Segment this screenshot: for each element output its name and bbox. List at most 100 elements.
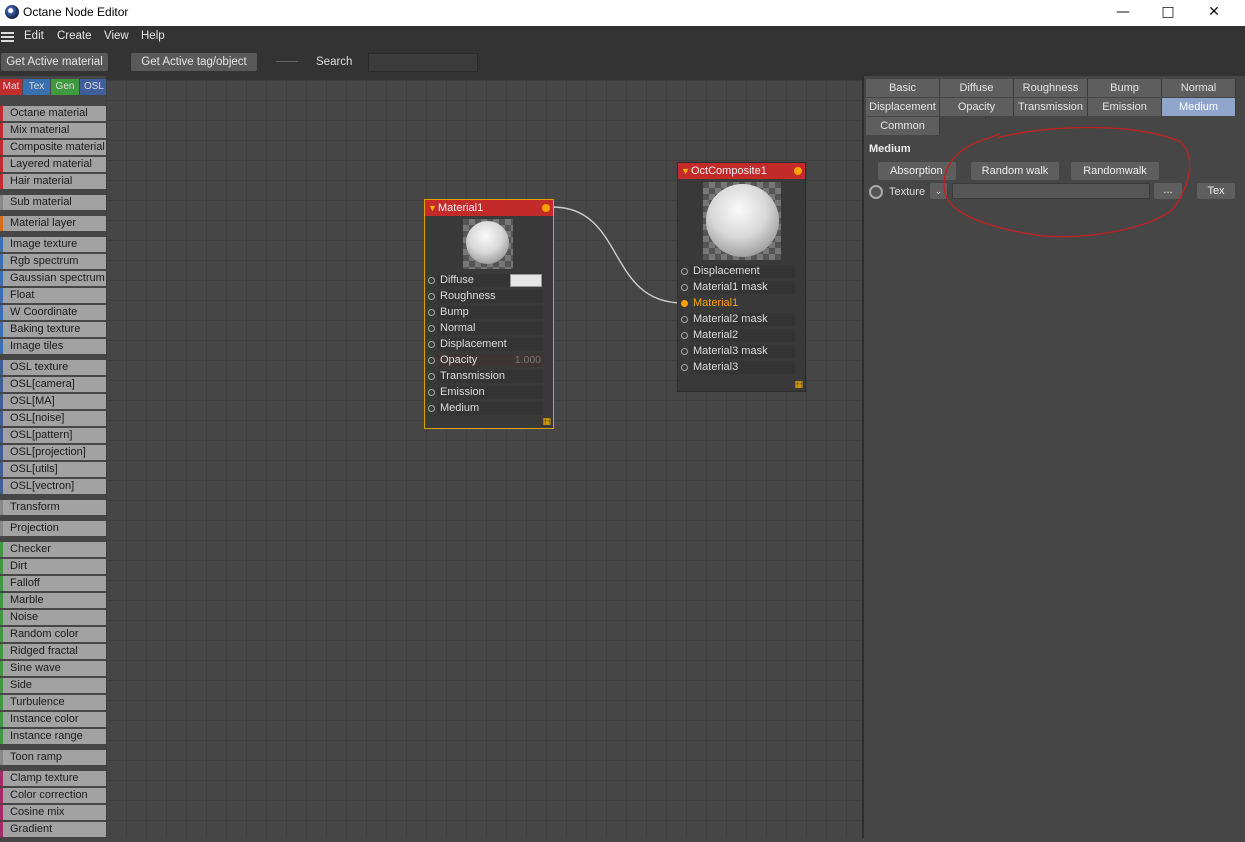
material1-pin-normal[interactable]: Normal <box>425 321 553 336</box>
material1-pin-diffuse[interactable]: Diffuse <box>425 273 553 288</box>
input-pin-icon[interactable] <box>428 389 435 396</box>
tab-displacement[interactable]: Displacement <box>866 98 940 116</box>
input-pin-icon[interactable] <box>428 325 435 332</box>
keyframe-radio-icon[interactable] <box>869 185 883 199</box>
node-list-item-toon-ramp[interactable]: Toon ramp <box>0 750 106 765</box>
material1-node[interactable]: ▼ Material1 Diffuse Roughness Bump Normal Di… <box>424 199 554 429</box>
node-list-item-sub-material[interactable]: Sub material <box>0 195 106 210</box>
input-pin-icon[interactable] <box>681 268 688 275</box>
tab-bump[interactable]: Bump <box>1088 79 1162 97</box>
material1-pin-roughness[interactable]: Roughness <box>425 289 553 304</box>
tab-diffuse[interactable]: Diffuse <box>940 79 1014 97</box>
tab-normal[interactable]: Normal <box>1162 79 1236 97</box>
node-list-item-mix-material[interactable]: Mix material <box>0 123 106 138</box>
material1-pin-medium[interactable]: Medium <box>425 401 553 416</box>
resize-handle-icon[interactable]: ▦ <box>794 379 803 390</box>
composite-pin-material3-mask[interactable]: Material3 mask <box>678 344 805 359</box>
composite-pin-material3[interactable]: Material3 <box>678 360 805 375</box>
node-list-item-clamp-texture[interactable]: Clamp texture <box>0 771 106 786</box>
tab-basic[interactable]: Basic <box>866 79 940 97</box>
node-list-item-rgb-spectrum[interactable]: Rgb spectrum <box>0 254 106 269</box>
input-pin-icon[interactable] <box>681 284 688 291</box>
octcomposite1-node-header[interactable]: ▼ OctComposite1 <box>678 163 805 179</box>
input-pin-icon[interactable] <box>428 373 435 380</box>
resize-handle-icon[interactable]: ▦ <box>542 416 551 427</box>
node-list-item-osl-vectron[interactable]: OSL[vectron] <box>0 479 106 494</box>
node-list-item-instance-color[interactable]: Instance color <box>0 712 106 727</box>
node-list-item-projection[interactable]: Projection <box>0 521 106 536</box>
material1-pin-bump[interactable]: Bump <box>425 305 553 320</box>
input-pin-icon[interactable] <box>681 348 688 355</box>
maximize-button[interactable]: □ <box>1145 0 1191 26</box>
menu-edit[interactable]: Edit <box>24 30 44 42</box>
node-list-item-marble[interactable]: Marble <box>0 593 106 608</box>
node-canvas[interactable]: ▼ Material1 Diffuse Roughness Bump Normal Di… <box>106 76 862 838</box>
node-list-item-hair-material[interactable]: Hair material <box>0 174 106 189</box>
node-list-item-turbulence[interactable]: Turbulence <box>0 695 106 710</box>
node-list-item-osl-pattern[interactable]: OSL[pattern] <box>0 428 106 443</box>
collapse-triangle-icon[interactable]: ▼ <box>681 163 690 179</box>
composite-pin-material1-mask[interactable]: Material1 mask <box>678 280 805 295</box>
node-list-item-side[interactable]: Side <box>0 678 106 693</box>
material1-pin-transmission[interactable]: Transmission <box>425 369 553 384</box>
tab-emission[interactable]: Emission <box>1088 98 1162 116</box>
node-list-item-instance-range[interactable]: Instance range <box>0 729 106 744</box>
pin-value[interactable]: 1.000 <box>515 353 541 368</box>
input-pin-icon[interactable] <box>428 341 435 348</box>
node-list-item-color-correction[interactable]: Color correction <box>0 788 106 803</box>
node-list-item-float[interactable]: Float <box>0 288 106 303</box>
material1-pin-opacity[interactable]: Opacity 1.000 <box>425 353 553 368</box>
tex-button[interactable]: Tex <box>1197 183 1235 199</box>
hamburger-menu-icon[interactable] <box>1 32 14 42</box>
get-active-material-button[interactable]: Get Active material <box>1 53 108 71</box>
node-list-item-baking-texture[interactable]: Baking texture <box>0 322 106 337</box>
menu-create[interactable]: Create <box>57 30 92 42</box>
input-pin-icon[interactable] <box>681 364 688 371</box>
node-list-item-gradient[interactable]: Gradient <box>0 822 106 837</box>
node-list-item-composite-material[interactable]: Composite material <box>0 140 106 155</box>
material1-pin-emission[interactable]: Emission <box>425 385 553 400</box>
node-list-item-osl-projection[interactable]: OSL[projection] <box>0 445 106 460</box>
category-tab-osl[interactable]: OSL <box>80 79 108 95</box>
collapse-triangle-icon[interactable]: ▼ <box>428 200 437 216</box>
node-list-item-random-color[interactable]: Random color <box>0 627 106 642</box>
tab-opacity[interactable]: Opacity <box>940 98 1014 116</box>
node-list-item-checker[interactable]: Checker <box>0 542 106 557</box>
input-pin-icon[interactable] <box>681 300 688 307</box>
octcomposite1-output-pin[interactable] <box>794 167 802 175</box>
diffuse-color-swatch[interactable] <box>510 274 542 287</box>
node-list-item-ridged-fractal[interactable]: Ridged fractal <box>0 644 106 659</box>
node-list-item-osl-texture[interactable]: OSL texture <box>0 360 106 375</box>
node-list-item-image-texture[interactable]: Image texture <box>0 237 106 252</box>
node-list-item-layered-material[interactable]: Layered material <box>0 157 106 172</box>
node-list-item-sine-wave[interactable]: Sine wave <box>0 661 106 676</box>
input-pin-icon[interactable] <box>428 357 435 364</box>
node-list-item-falloff[interactable]: Falloff <box>0 576 106 591</box>
tab-medium[interactable]: Medium <box>1162 98 1236 116</box>
menu-help[interactable]: Help <box>141 30 165 42</box>
node-list-item-osl-noise[interactable]: OSL[noise] <box>0 411 106 426</box>
node-list-item-transform[interactable]: Transform <box>0 500 106 515</box>
material1-node-header[interactable]: ▼ Material1 <box>425 200 553 216</box>
material1-pin-displacement[interactable]: Displacement <box>425 337 553 352</box>
node-list-item-dirt[interactable]: Dirt <box>0 559 106 574</box>
composite-pin-displacement[interactable]: Displacement <box>678 264 805 279</box>
octcomposite1-node[interactable]: ▼ OctComposite1 Displacement Material1 ma… <box>677 162 806 392</box>
category-tab-mat[interactable]: Mat <box>0 79 22 95</box>
composite-pin-material1[interactable]: Material1 <box>678 296 805 311</box>
tab-roughness[interactable]: Roughness <box>1014 79 1088 97</box>
input-pin-icon[interactable] <box>428 405 435 412</box>
input-pin-icon[interactable] <box>681 332 688 339</box>
node-list-item-image-tiles[interactable]: Image tiles <box>0 339 106 354</box>
node-list-item-octane-material[interactable]: Octane material <box>0 106 106 121</box>
node-list-item-osl-utils[interactable]: OSL[utils] <box>0 462 106 477</box>
minimize-button[interactable]: — <box>1100 0 1146 26</box>
input-pin-icon[interactable] <box>428 309 435 316</box>
node-list-item-material-layer[interactable]: Material layer <box>0 216 106 231</box>
node-list-item-noise[interactable]: Noise <box>0 610 106 625</box>
close-button[interactable]: ✕ <box>1191 0 1237 26</box>
tab-common[interactable]: Common <box>866 117 940 135</box>
input-pin-icon[interactable] <box>428 293 435 300</box>
menu-view[interactable]: View <box>104 30 129 42</box>
node-list-item-osl-camera[interactable]: OSL[camera] <box>0 377 106 392</box>
